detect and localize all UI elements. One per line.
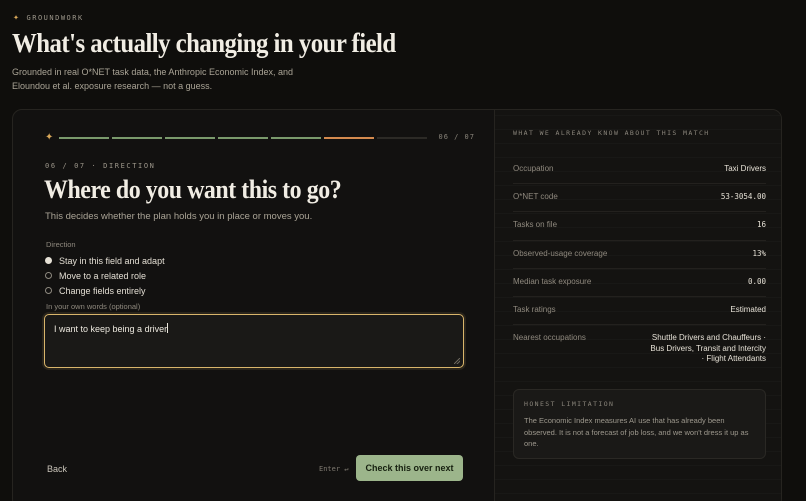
- next-button[interactable]: Check this over next: [356, 455, 463, 481]
- fact-value: 53-3054.00: [720, 192, 766, 202]
- radio-stay[interactable]: Stay in this field and adapt: [45, 253, 165, 268]
- progress-segment: [165, 136, 216, 139]
- fact-key: Observed-usage coverage: [513, 248, 608, 258]
- question-pane: ✦ 06 / 07 06 / 07 · DIRECTION Where do y…: [13, 110, 494, 501]
- fact-key: Median task exposure: [513, 276, 592, 286]
- fact-row: Nearest occupations Shuttle Drivers and …: [513, 325, 766, 371]
- fact-row: Occupation Taxi Drivers: [513, 156, 766, 185]
- progress-segment-current: [324, 136, 375, 139]
- radio-label: Move to a related role: [59, 270, 147, 281]
- own-words-textarea[interactable]: I want to keep being a driver: [44, 314, 464, 368]
- progress-bar: ✦: [45, 132, 430, 143]
- spark-glyph-icon: ✦: [13, 12, 21, 23]
- step-label: 06 / 07 · DIRECTION: [45, 162, 156, 170]
- radio-label: Change fields entirely: [59, 285, 146, 296]
- radio-dot: [45, 272, 52, 279]
- fact-row: Task ratings Estimated: [513, 297, 766, 326]
- fact-value: 13%: [752, 248, 766, 258]
- resize-grip-icon[interactable]: [454, 358, 460, 364]
- direction-radio-group: Stay in this field and adapt Move to a r…: [45, 253, 165, 298]
- limitation-text: The Economic Index measures AI use that …: [524, 416, 749, 448]
- limitation-box: HONEST LIMITATION The Economic Index mea…: [513, 389, 766, 459]
- fact-row: Tasks on file 16: [513, 212, 766, 241]
- fact-row: O*NET code 53-3054.00: [513, 184, 766, 213]
- fact-value: Shuttle Drivers and Chauffeurs · Bus Dri…: [650, 333, 766, 364]
- progress-segment: [59, 136, 110, 139]
- brand-name: GROUNDWORK: [26, 13, 84, 22]
- text-caret: [167, 323, 169, 333]
- back-button[interactable]: Back: [47, 464, 67, 474]
- radio-dot: [45, 257, 52, 264]
- fact-row: Observed-usage coverage 13%: [513, 241, 766, 269]
- spark-glyph-icon: ✦: [45, 132, 54, 143]
- panel-heading: WHAT WE ALREADY KNOW ABOUT THIS MATCH: [513, 129, 710, 137]
- progress-segment: [271, 136, 322, 139]
- radio-label: Stay in this field and adapt: [59, 255, 165, 266]
- enter-hint: Enter ↵: [319, 465, 349, 473]
- fact-row: Median task exposure 0.00: [513, 269, 766, 297]
- fact-key: Tasks on file: [513, 220, 558, 230]
- fact-value: 16: [756, 220, 766, 230]
- radio-change[interactable]: Change fields entirely: [45, 283, 165, 298]
- fact-value: 0.00: [747, 276, 766, 286]
- progress-segment: [112, 136, 163, 139]
- fact-key: Occupation: [513, 164, 554, 173]
- match-panel: WHAT WE ALREADY KNOW ABOUT THIS MATCH Oc…: [494, 110, 781, 501]
- fact-key: O*NET code: [513, 192, 558, 202]
- question-subtitle: This decides whether the plan holds you …: [45, 211, 313, 222]
- fact-key: Task ratings: [513, 304, 556, 314]
- radio-move[interactable]: Move to a related role: [45, 268, 165, 283]
- question-title: Where do you want this to go?: [44, 175, 342, 204]
- fact-key: Nearest occupations: [513, 333, 586, 343]
- brand: ✦ GROUNDWORK: [13, 12, 84, 23]
- limitation-heading: HONEST LIMITATION: [524, 400, 615, 408]
- progress-segment-remaining: [377, 136, 428, 139]
- direction-label: Direction: [46, 240, 76, 249]
- page-subtitle: Grounded in real O*NET task data, the An…: [12, 67, 293, 91]
- fact-value: Taxi Drivers: [724, 164, 766, 173]
- progress-segment: [218, 136, 269, 139]
- fact-value: Estimated: [730, 304, 766, 314]
- own-words-value: I want to keep being a driver: [54, 324, 168, 334]
- question-card: ✦ 06 / 07 06 / 07 · DIRECTION Where do y…: [12, 109, 782, 501]
- page-title: What's actually changing in your field: [12, 28, 396, 58]
- radio-dot: [45, 287, 52, 294]
- progress-count: 06 / 07: [438, 133, 475, 141]
- own-words-label: In your own words (optional): [46, 302, 141, 311]
- match-facts: Occupation Taxi Drivers O*NET code 53-30…: [513, 156, 766, 371]
